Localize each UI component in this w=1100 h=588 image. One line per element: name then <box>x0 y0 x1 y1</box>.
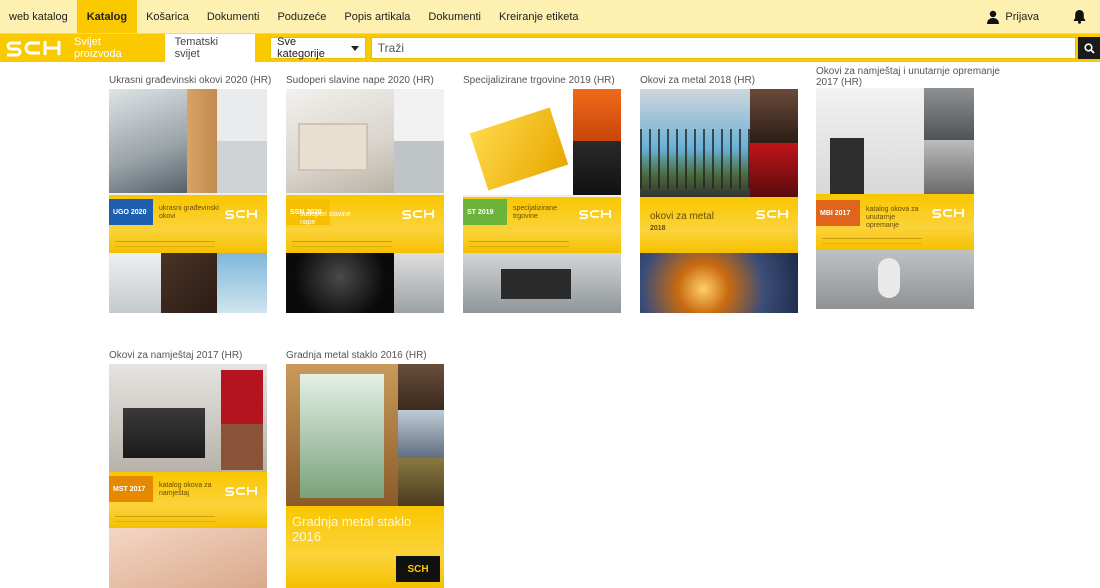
catalog-tag: MST 2017 <box>109 476 153 502</box>
tab-svijet-proizvoda[interactable]: Svijet proizvoda <box>64 34 161 62</box>
catalog-tag: ST 2019 <box>463 199 507 225</box>
catalog-cover[interactable]: MST 2017 katalog okova za namještaj <box>109 364 267 588</box>
catalog-cover[interactable]: okovi za metal 2018 <box>640 89 798 313</box>
catalog-cover-text: okovi za metal <box>650 211 714 222</box>
catalog-title[interactable]: Sudoperi slavine nape 2020 (HR) <box>286 75 444 89</box>
sch-logo-small-icon <box>225 209 257 219</box>
catalog-cover[interactable]: ST 2019 specijalizirane trgovine <box>463 89 621 313</box>
login-label: Prijava <box>1005 10 1039 23</box>
catalog-card[interactable]: Specijalizirane trgovine 2019 (HR) ST 20… <box>463 75 621 313</box>
chevron-down-icon <box>350 45 359 51</box>
catalog-cover-text: specijalizirane trgovine <box>513 205 557 220</box>
nav-katalog[interactable]: Katalog <box>76 0 138 33</box>
catalog-title[interactable]: Okovi za namještaj 2017 (HR) <box>109 350 267 364</box>
sch-logo[interactable] <box>0 34 64 62</box>
nav-kosarica[interactable]: Košarica <box>137 0 198 33</box>
catalog-card[interactable]: Ukrasni građevinski okovi 2020 (HR) UGO … <box>109 75 271 313</box>
catalog-title[interactable]: Gradnja metal staklo 2016 (HR) <box>286 350 444 364</box>
nav-dokumenti-2[interactable]: Dokumenti <box>419 0 490 33</box>
catalog-cover-text: katalog okova za unutarnje opremanje <box>866 206 919 229</box>
catalog-title[interactable]: Specijalizirane trgovine 2019 (HR) <box>463 75 621 89</box>
catalog-tag: MBI 2017 <box>816 200 860 226</box>
sch-logo-small-icon <box>932 208 964 218</box>
sch-logo-small-icon <box>756 209 788 219</box>
catalog-cover-text: sudoperi slavine nape <box>300 211 351 226</box>
catalog-card[interactable]: Okovi za metal 2018 (HR) okovi za metal … <box>640 75 798 313</box>
catalog-cover-text: katalog okova za namještaj <box>159 482 212 497</box>
catalog-tag: UGO 2020 <box>109 199 153 225</box>
catalog-cover[interactable]: UGO 2020 ukrasni građevinski okovi <box>109 89 267 313</box>
search-icon <box>1084 42 1095 54</box>
sch-logo-small-icon <box>225 486 257 496</box>
catalog-cover[interactable]: Gradnja metal staklo 2016 SCH <box>286 364 444 588</box>
notifications-button[interactable] <box>1073 9 1086 24</box>
sch-logo-small-icon <box>579 209 611 219</box>
sch-logo-small-icon <box>402 209 434 219</box>
nav-dokumenti[interactable]: Dokumenti <box>198 0 269 33</box>
catalog-cover[interactable]: SSN 2020 sudoperi slavine nape <box>286 89 444 313</box>
catalog-card[interactable]: Okovi za namještaj i unutarnje opremanje… <box>816 66 1000 309</box>
nav-popis-artikala[interactable]: Popis artikala <box>335 0 419 33</box>
sch-logo-small-icon: SCH <box>396 556 440 582</box>
catalog-card[interactable]: Okovi za namještaj 2017 (HR) MST 2017 ka… <box>109 350 267 588</box>
catalog-title[interactable]: Ukrasni građevinski okovi 2020 (HR) <box>109 75 271 89</box>
search-input[interactable] <box>370 37 1077 59</box>
nav-right-group: Prijava <box>986 0 1100 33</box>
category-dropdown[interactable]: Sve kategorije <box>270 36 366 60</box>
login-button[interactable]: Prijava <box>986 10 1039 24</box>
bell-icon <box>1073 10 1086 24</box>
secondary-bar: Svijet proizvoda Tematski svijet Sve kat… <box>0 34 1100 62</box>
nav-poduzece[interactable]: Poduzeće <box>268 0 335 33</box>
top-navigation: web katalog Katalog Košarica Dokumenti P… <box>0 0 1100 34</box>
catalog-tag: 2018 <box>650 225 666 232</box>
nav-kreiranje-etiketa[interactable]: Kreiranje etiketa <box>490 0 588 33</box>
search-button[interactable] <box>1078 37 1100 59</box>
catalog-card[interactable]: Sudoperi slavine nape 2020 (HR) SSN 2020… <box>286 75 444 313</box>
category-dropdown-label: Sve kategorije <box>277 36 325 60</box>
user-icon <box>987 10 1000 24</box>
catalog-card[interactable]: Gradnja metal staklo 2016 (HR) Gradnja m… <box>286 350 444 588</box>
nav-web-katalog[interactable]: web katalog <box>0 0 77 33</box>
catalog-title[interactable]: Okovi za namještaj i unutarnje opremanje… <box>816 66 1016 88</box>
catalog-title[interactable]: Okovi za metal 2018 (HR) <box>640 75 798 89</box>
catalog-cover[interactable]: MBI 2017 katalog okova za unutarnje opre… <box>816 88 974 309</box>
catalog-cover-text: Gradnja metal staklo 2016 <box>292 514 412 544</box>
catalog-cover-text: ukrasni građevinski okovi <box>159 205 219 220</box>
sch-logo-icon <box>6 41 61 57</box>
tab-tematski-svijet[interactable]: Tematski svijet <box>164 34 256 62</box>
